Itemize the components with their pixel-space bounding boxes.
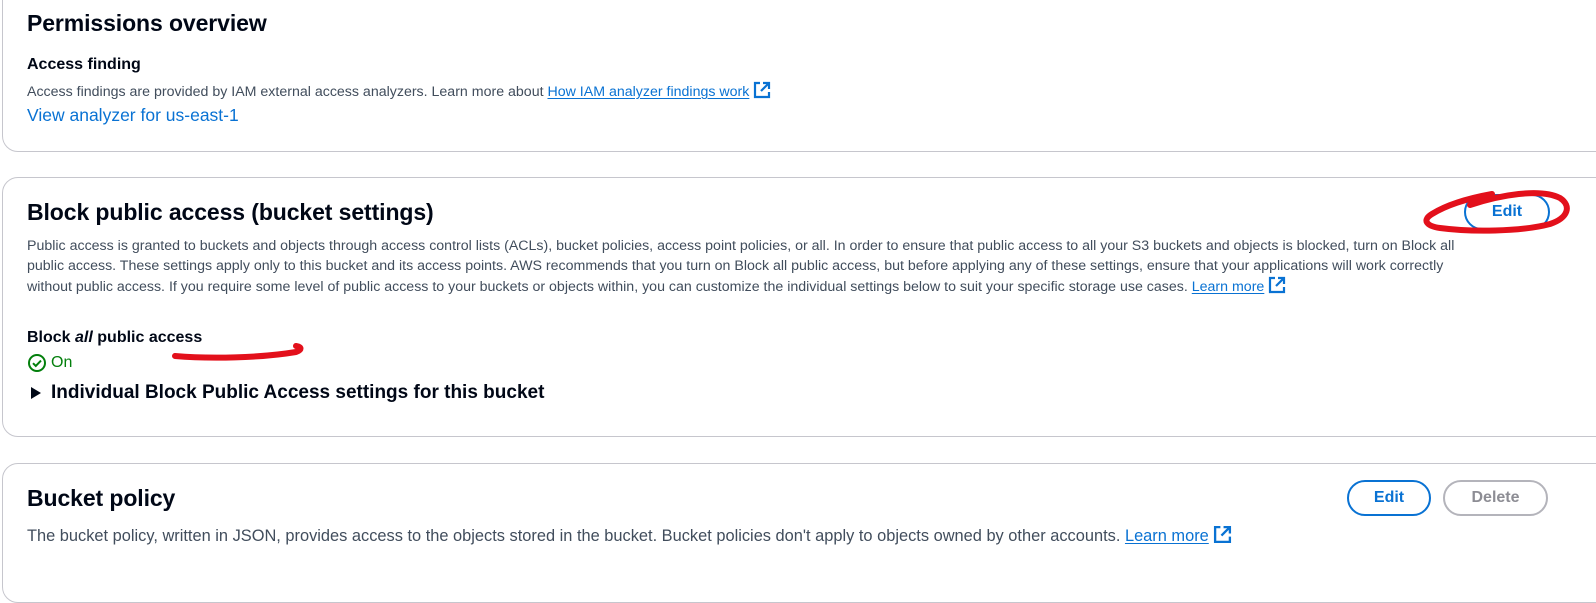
bucket-policy-text: The bucket policy, written in JSON, prov… — [27, 527, 1121, 545]
access-finding-description: Access findings are provided by IAM exte… — [27, 81, 771, 102]
access-finding-text: Access findings are provided by IAM exte… — [27, 84, 544, 100]
description-line-3-text: without public access. If you require so… — [27, 279, 1188, 295]
expander-label: Individual Block Public Access settings … — [51, 382, 545, 403]
check-circle-icon — [28, 354, 46, 372]
block-all-public-access-label: Block all public access — [27, 329, 202, 347]
external-link-icon[interactable] — [753, 81, 771, 99]
block-all-status: On — [27, 353, 72, 373]
block-public-access-description-line-1: Public access is granted to buckets and … — [27, 238, 1455, 254]
status-text: On — [51, 354, 73, 371]
label-emphasis: all — [75, 329, 93, 346]
external-link-icon[interactable] — [1268, 276, 1286, 294]
bucket-policy-delete-button[interactable]: Delete — [1443, 480, 1548, 516]
bucket-policy-learn-more-link[interactable]: Learn more — [1125, 527, 1209, 545]
bucket-policy-panel: Bucket policy Edit Delete The bucket pol… — [2, 463, 1596, 603]
permissions-overview-panel: Permissions overview Access finding Acce… — [2, 0, 1596, 152]
block-public-access-title: Block public access (bucket settings) — [27, 199, 434, 225]
individual-settings-expander[interactable]: Individual Block Public Access settings … — [31, 382, 544, 404]
iam-analyzer-findings-link[interactable]: How IAM analyzer findings work — [547, 84, 749, 100]
bucket-policy-edit-button[interactable]: Edit — [1347, 480, 1431, 516]
label-prefix: Block — [27, 329, 71, 346]
block-public-access-description-line-3: without public access. If you require so… — [27, 276, 1286, 297]
access-finding-heading: Access finding — [27, 56, 141, 73]
block-public-access-learn-more-link[interactable]: Learn more — [1192, 279, 1265, 295]
caret-right-icon — [31, 387, 41, 399]
external-link-icon[interactable] — [1213, 525, 1232, 544]
view-analyzer-link[interactable]: View analyzer for us-east-1 — [27, 105, 239, 126]
block-public-access-description-line-2: public access. These settings apply only… — [27, 258, 1444, 274]
block-public-access-edit-button[interactable]: Edit — [1464, 194, 1550, 230]
bucket-policy-description: The bucket policy, written in JSON, prov… — [27, 525, 1232, 546]
bucket-policy-title: Bucket policy — [27, 485, 176, 511]
block-public-access-panel: Block public access (bucket settings) Ed… — [2, 177, 1596, 437]
label-suffix: public access — [97, 329, 203, 346]
permissions-overview-title: Permissions overview — [27, 10, 267, 36]
